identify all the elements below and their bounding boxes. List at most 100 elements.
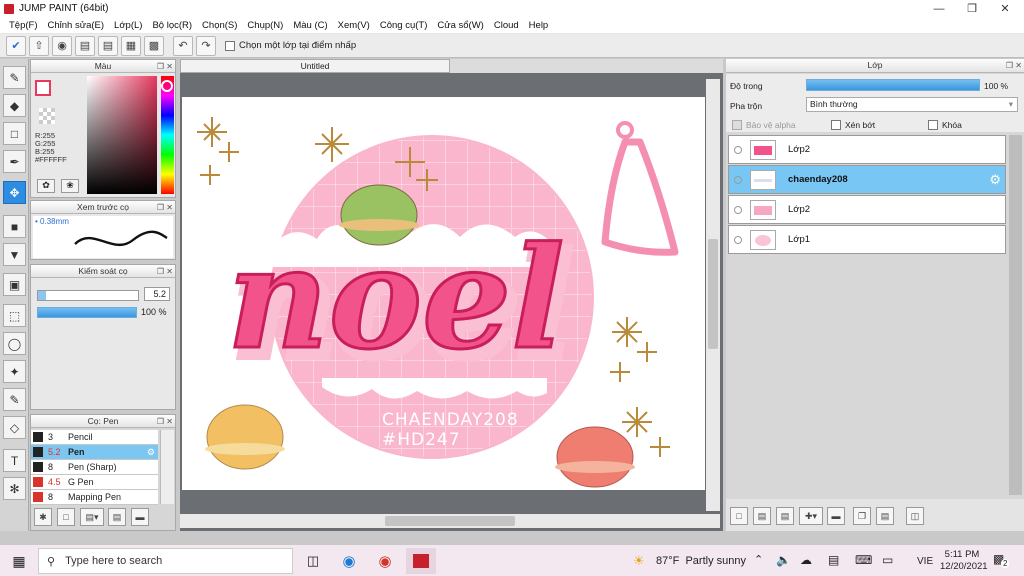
undo-icon[interactable]: ↶	[173, 35, 193, 56]
hue-slider-handle[interactable]	[161, 80, 173, 92]
export-icon[interactable]: ⇧	[29, 35, 49, 56]
new-raster-layer-icon[interactable]: ▤	[753, 507, 771, 525]
brush-settings-gear-icon[interactable]: ⚙	[147, 447, 155, 458]
select-layer-checkbox[interactable]	[225, 40, 235, 51]
layer-row[interactable]: Lớp2	[728, 195, 1006, 224]
fill-rect-tool-icon[interactable]: ■	[3, 215, 26, 238]
network-icon[interactable]: ▤	[828, 553, 839, 567]
brush-list-scrollbar[interactable]	[160, 430, 174, 504]
delete-layer-icon[interactable]: ◫	[906, 507, 924, 525]
bucket-tool-icon[interactable]: ▼	[3, 243, 26, 266]
clipping-checkbox[interactable]	[831, 120, 845, 133]
color-sv-field[interactable]	[87, 76, 157, 194]
brush-new-icon[interactable]: □	[57, 508, 75, 526]
brush-item-mapping-pen[interactable]: 8 Mapping Pen	[31, 490, 158, 505]
menu-color[interactable]: Màu (C)	[288, 20, 332, 31]
grid-settings-icon[interactable]: ▩	[144, 35, 164, 56]
menu-edit[interactable]: Chỉnh sửa(E)	[43, 20, 110, 31]
merge-layer-icon[interactable]: ▤	[876, 507, 894, 525]
eraser-tool-icon[interactable]: ◆	[3, 94, 26, 117]
notifications-icon[interactable]: ▩ 2	[993, 552, 1010, 568]
layers-scrollbar[interactable]	[1009, 135, 1022, 495]
windows-start-icon[interactable]: ▦	[4, 548, 34, 574]
chat-icon[interactable]: ▤	[75, 35, 95, 56]
menu-layer[interactable]: Lớp(L)	[109, 20, 147, 31]
text-tool-icon[interactable]: T	[3, 449, 26, 472]
menu-window[interactable]: Cửa sổ(W)	[432, 20, 488, 31]
transparent-swatch[interactable]	[39, 108, 55, 124]
jump-paint-taskbar-icon[interactable]	[406, 548, 436, 574]
brush-item-pen[interactable]: 5.2 Pen ⚙	[31, 445, 158, 460]
close-button[interactable]: ✕	[988, 0, 1022, 17]
brush-folder-icon[interactable]: ▬	[131, 508, 149, 526]
menu-view[interactable]: Xem(V)	[333, 20, 375, 31]
layer-visibility-icon[interactable]	[734, 175, 742, 184]
document-icon[interactable]: ▤	[98, 35, 118, 56]
brush-menu-icon[interactable]: ▤▾	[80, 508, 104, 526]
task-view-icon[interactable]: ◫	[298, 548, 328, 574]
gradient-tool-icon[interactable]: ▣	[3, 273, 26, 296]
new-text-layer-icon[interactable]: ▤	[776, 507, 794, 525]
duplicate-layer-icon[interactable]: ❐	[853, 507, 871, 525]
palette-icon[interactable]: ✿	[37, 179, 55, 193]
new-layer-icon[interactable]: □	[730, 507, 748, 525]
taskbar-search[interactable]: ⚲ Type here to search	[38, 548, 293, 574]
page-settings-icon[interactable]: ▦	[121, 35, 141, 56]
layer-visibility-icon[interactable]	[734, 205, 742, 214]
move-tool-icon[interactable]: ✥	[3, 181, 26, 204]
brush-copy-icon[interactable]: ▤	[108, 508, 126, 526]
weather-text[interactable]: 87°F Partly sunny	[656, 555, 746, 567]
pen-tool-icon[interactable]: ✎	[3, 66, 26, 89]
layer-visibility-icon[interactable]	[734, 235, 742, 244]
restore-button[interactable]: ❐	[955, 0, 989, 17]
rectangle-tool-icon[interactable]: □	[3, 122, 26, 145]
menu-filter[interactable]: Bộ lọc(R)	[147, 20, 197, 31]
layer-folder-icon[interactable]: ▬	[827, 507, 845, 525]
hue-slider[interactable]	[161, 76, 174, 194]
menu-file[interactable]: Tệp(F)	[4, 20, 43, 31]
select-eraser-tool-icon[interactable]: ◇	[3, 416, 26, 439]
brush-size-field[interactable]: 5.2	[144, 287, 170, 301]
layer-opacity-slider[interactable]	[806, 79, 980, 91]
layer-visibility-icon[interactable]	[734, 145, 742, 154]
canvas-paper[interactable]: noel noel CHAENDAY208 #HD247	[182, 97, 705, 490]
color-wheel-icon[interactable]: ❀	[61, 179, 79, 193]
display-icon[interactable]: ▭	[882, 553, 893, 567]
brush-tool-icon[interactable]: ✒	[3, 150, 26, 173]
brush-size-slider[interactable]	[37, 290, 139, 301]
menu-cloud[interactable]: Cloud	[489, 20, 524, 31]
eyedropper-tool-icon[interactable]: ✻	[3, 477, 26, 500]
volume-icon[interactable]: 🔈	[776, 553, 791, 567]
edge-browser-icon[interactable]: ◉	[334, 548, 364, 574]
layer-row[interactable]: Lớp2	[728, 135, 1006, 164]
lock-checkbox[interactable]	[928, 120, 942, 133]
clock[interactable]: 5:11 PM 12/20/2021	[940, 549, 988, 573]
tray-chevron-icon[interactable]: ⌃	[754, 553, 763, 566]
brush-item-pen-sharp[interactable]: 8 Pen (Sharp)	[31, 460, 158, 475]
menu-select[interactable]: Chọn(S)	[197, 20, 242, 31]
minimize-button[interactable]: —	[922, 0, 956, 17]
foreground-color-swatch[interactable]	[35, 80, 51, 96]
canvas-horizontal-scrollbar[interactable]	[180, 514, 720, 528]
brush-add-icon[interactable]: ✱	[34, 508, 52, 526]
redo-icon[interactable]: ↷	[196, 35, 216, 56]
language-indicator[interactable]: VIE	[917, 556, 933, 567]
cloud-icon[interactable]: ☁	[800, 553, 812, 567]
layer-settings-gear-icon[interactable]: ⚙	[989, 172, 1001, 188]
brush-item-g-pen[interactable]: 4.5 G Pen	[31, 475, 158, 490]
brush-item-pencil[interactable]: 3 Pencil	[31, 430, 158, 445]
chrome-browser-icon[interactable]: ◉	[370, 548, 400, 574]
menu-help[interactable]: Help	[524, 20, 554, 31]
keyboard-icon[interactable]: ⌨	[855, 553, 872, 567]
menu-tools[interactable]: Công cụ(T)	[375, 20, 433, 31]
menu-capture[interactable]: Chụp(N)	[242, 20, 288, 31]
magic-wand-tool-icon[interactable]: ✦	[3, 360, 26, 383]
canvas-vertical-scrollbar[interactable]	[706, 79, 720, 511]
layer-row[interactable]: chaenday208 ⚙	[728, 165, 1006, 194]
protect-alpha-checkbox[interactable]	[732, 120, 746, 133]
comment-icon[interactable]: ◉	[52, 35, 72, 56]
brush-opacity-slider[interactable]	[37, 307, 137, 318]
select-rect-tool-icon[interactable]: ⬚	[3, 304, 26, 327]
lasso-tool-icon[interactable]: ◯	[3, 332, 26, 355]
select-pen-tool-icon[interactable]: ✎	[3, 388, 26, 411]
